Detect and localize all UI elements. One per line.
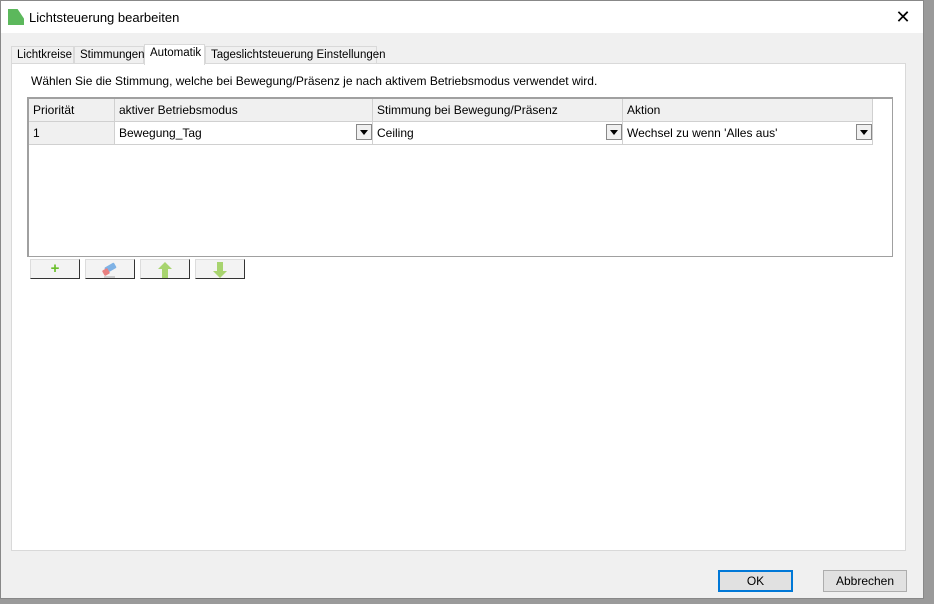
window-title: Lichtsteuerung bearbeiten — [29, 10, 180, 25]
dialog-window: Lichtsteuerung bearbeiten ✕ Lichtkreise … — [0, 0, 924, 599]
move-down-button[interactable] — [195, 259, 245, 279]
column-header-prioritaet[interactable]: Priorität — [29, 99, 115, 122]
column-header-aktion[interactable]: Aktion — [623, 99, 873, 122]
automation-table: Priorität aktiver Betriebsmodus Stimmung… — [27, 97, 893, 257]
close-button[interactable]: ✕ — [883, 1, 923, 33]
cell-prioritaet[interactable]: 1 — [29, 122, 115, 145]
aktion-value: Wechsel zu wenn 'Alles aus' — [627, 126, 778, 140]
stimmung-dropdown[interactable]: Ceiling — [373, 122, 623, 145]
ok-button[interactable]: OK — [718, 570, 793, 592]
stimmung-value: Ceiling — [377, 126, 414, 140]
arrow-up-icon — [158, 262, 172, 278]
tab-lichtkreise[interactable]: Lichtkreise — [11, 46, 74, 64]
tab-stimmungen[interactable]: Stimmungen — [74, 46, 145, 64]
chevron-down-icon[interactable] — [856, 124, 872, 140]
aktion-dropdown[interactable]: Wechsel zu wenn 'Alles aus' — [623, 122, 873, 145]
modus-value: Bewegung_Tag — [119, 126, 202, 140]
title-bar: Lichtsteuerung bearbeiten ✕ — [1, 1, 923, 33]
move-up-button[interactable] — [140, 259, 190, 279]
tab-automatik[interactable]: Automatik — [144, 44, 205, 65]
cancel-button[interactable]: Abbrechen — [823, 570, 907, 592]
tab-tageslicht[interactable]: Tageslichtsteuerung Einstellungen — [205, 46, 386, 64]
modus-dropdown[interactable]: Bewegung_Tag — [115, 122, 373, 145]
automatik-panel: Wählen Sie die Stimmung, welche bei Bewe… — [11, 63, 906, 551]
add-row-button[interactable]: + — [30, 259, 80, 279]
plus-icon: + — [50, 260, 60, 277]
column-header-stimmung[interactable]: Stimmung bei Bewegung/Präsenz — [373, 99, 623, 122]
eraser-icon — [102, 262, 117, 278]
app-icon — [8, 9, 24, 25]
arrow-down-icon — [213, 262, 227, 278]
column-header-modus[interactable]: aktiver Betriebsmodus — [115, 99, 373, 122]
delete-row-button[interactable] — [85, 259, 135, 279]
description-text: Wählen Sie die Stimmung, welche bei Bewe… — [31, 74, 598, 88]
chevron-down-icon[interactable] — [356, 124, 372, 140]
chevron-down-icon[interactable] — [606, 124, 622, 140]
